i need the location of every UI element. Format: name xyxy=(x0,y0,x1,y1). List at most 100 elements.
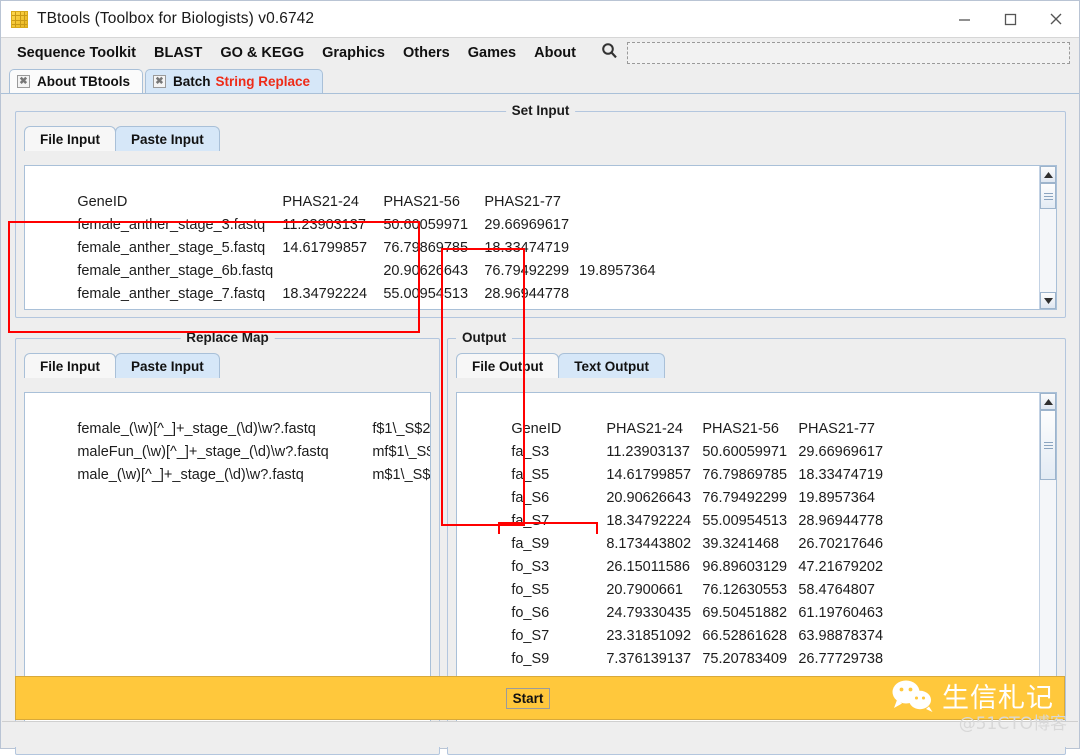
cell: PHAS21-24 xyxy=(606,421,683,437)
cell: female_anther_stage_6b.fastq xyxy=(77,263,274,279)
search-area xyxy=(601,42,1079,64)
scrollbar-thumb[interactable] xyxy=(1040,410,1056,480)
cell: 55.00954513 xyxy=(702,513,788,529)
tab-text-output[interactable]: Text Output xyxy=(558,353,665,378)
set-input-scrollbar[interactable] xyxy=(1039,166,1056,309)
brand-text: 生信札记 xyxy=(942,682,1054,714)
cell: 76.79492299 xyxy=(702,490,788,506)
cell: PHAS21-24 xyxy=(282,194,359,210)
minimize-button[interactable] xyxy=(941,1,987,37)
cell: fa_S7 xyxy=(511,513,550,529)
cell: 14.61799857 xyxy=(606,467,692,483)
tab-file-input[interactable]: File Input xyxy=(24,126,116,151)
cell: 76.79869785 xyxy=(383,240,469,256)
cell: 20.90626643 xyxy=(383,263,469,279)
cell: 20.90626643 xyxy=(606,490,692,506)
cell: 50.60059971 xyxy=(383,217,469,233)
tab-file-input[interactable]: File Input xyxy=(24,353,116,378)
tbtools-grid-icon xyxy=(11,10,28,28)
set-input-title: Set Input xyxy=(505,103,576,118)
cell: 47.21679202 xyxy=(798,559,884,575)
cell: 18.34792224 xyxy=(606,513,692,529)
grip-icon xyxy=(1043,192,1053,200)
table-row: GeneID PHAS21-24 PHAS21-56 PHAS21-77 xyxy=(29,168,1039,210)
cell: 76.79869785 xyxy=(702,467,788,483)
cell: 11.23903137 xyxy=(606,444,690,460)
cell: fa_S9 xyxy=(511,536,550,552)
menu-sequence-toolkit[interactable]: Sequence Toolkit xyxy=(8,43,145,63)
cell: 18.33474719 xyxy=(484,240,570,256)
tab-about-tbtools[interactable]: ✖ About TBtools xyxy=(9,69,143,93)
cell: 11.23903137 xyxy=(282,217,366,233)
cell: 28.96944778 xyxy=(798,513,884,529)
table-row-clipped xyxy=(29,306,1039,309)
cell: 23.31851092 xyxy=(606,628,692,644)
output-title: Output xyxy=(456,330,513,345)
tab-file-output[interactable]: File Output xyxy=(456,353,560,378)
scroll-up-icon[interactable] xyxy=(1040,166,1056,183)
cell: 58.4764807 xyxy=(798,582,875,598)
replace-replacement: mf$1\_S$2 xyxy=(372,444,430,460)
cell: fa_S3 xyxy=(511,444,550,460)
grip-icon xyxy=(1043,441,1053,449)
cell: 26.70217646 xyxy=(798,536,884,552)
scrollbar-thumb[interactable] xyxy=(1040,183,1056,209)
watermark-text: @51CTO博客 xyxy=(958,714,1067,734)
menu-graphics[interactable]: Graphics xyxy=(313,43,394,63)
tab-paste-input[interactable]: Paste Input xyxy=(115,353,220,378)
scrollbar-track[interactable] xyxy=(1040,183,1056,292)
tab-label-accent: String Replace xyxy=(215,74,311,89)
tab-paste-input[interactable]: Paste Input xyxy=(115,126,220,151)
set-input-group: Set Input File Input Paste Input GeneID P… xyxy=(15,103,1066,318)
cell: 76.12630553 xyxy=(702,582,788,598)
scroll-up-icon[interactable] xyxy=(1040,393,1056,410)
wechat-icon xyxy=(891,679,935,718)
list-item: female_(\w)[^_]+_stage_(\d)\w?.fastq f$1\… xyxy=(29,395,430,437)
cell: 61.19760463 xyxy=(798,605,884,621)
window-tab-strip: ✖ About TBtools ✖ Batch String Replace xyxy=(1,68,1079,94)
cell: PHAS21-56 xyxy=(702,421,779,437)
start-button[interactable]: Start xyxy=(505,687,551,709)
search-input[interactable] xyxy=(626,42,1070,64)
menu-about[interactable]: About xyxy=(525,43,585,63)
cell: fo_S9 xyxy=(511,651,550,667)
cell: fo_S7 xyxy=(511,628,550,644)
cell: fo_S5 xyxy=(511,582,550,598)
replace-pattern: male_(\w)[^_]+_stage_(\d)\w?.fastq xyxy=(77,467,304,483)
cell: fo_S3 xyxy=(511,559,550,575)
scroll-down-icon[interactable] xyxy=(1040,292,1056,309)
cell: 24.79330435 xyxy=(606,605,692,621)
set-input-textarea[interactable]: GeneID PHAS21-24 PHAS21-56 PHAS21-77 female… xyxy=(25,166,1039,309)
tab-label: About TBtools xyxy=(37,74,130,89)
replace-replacement: m$1\_S$2 xyxy=(372,467,430,483)
replace-pattern: female_(\w)[^_]+_stage_(\d)\w?.fastq xyxy=(77,421,316,437)
status-bar xyxy=(2,721,1078,747)
set-input-tabs: File Input Paste Input xyxy=(16,126,1065,151)
cell: 28.96944778 xyxy=(484,286,570,302)
tab-batch-string-replace[interactable]: ✖ Batch String Replace xyxy=(144,69,324,93)
close-icon[interactable]: ✖ xyxy=(17,75,30,88)
title-bar: TBtools (Toolbox for Biologists) v0.6742 xyxy=(1,1,1079,38)
maximize-button[interactable] xyxy=(987,1,1033,37)
close-icon[interactable]: ✖ xyxy=(152,75,166,88)
replace-map-title: Replace Map xyxy=(180,330,275,345)
cell: 14.61799857 xyxy=(282,240,368,256)
cell: 18.33474719 xyxy=(798,467,884,483)
cell: fa_S5 xyxy=(511,467,550,483)
cell: 8.173443802 xyxy=(606,536,692,552)
content-area: Set Input File Input Paste Input GeneID P… xyxy=(1,94,1079,755)
search-icon[interactable] xyxy=(601,42,618,64)
menu-blast[interactable]: BLAST xyxy=(145,43,211,63)
window-title: TBtools (Toolbox for Biologists) v0.6742 xyxy=(37,10,315,27)
replace-pattern: maleFun_(\w)[^_]+_stage_(\d)\w?.fastq xyxy=(77,444,329,460)
cell: 18.34792224 xyxy=(282,286,368,302)
menu-others[interactable]: Others xyxy=(394,43,459,63)
cell: 63.98878374 xyxy=(798,628,884,644)
cell: 39.3241468 xyxy=(702,536,779,552)
menu-games[interactable]: Games xyxy=(459,43,525,63)
menu-go-kegg[interactable]: GO & KEGG xyxy=(211,43,313,63)
close-button[interactable] xyxy=(1033,1,1079,37)
cell: fo_S6 xyxy=(511,605,550,621)
cell: PHAS21-77 xyxy=(484,194,561,210)
cell: 75.20783409 xyxy=(702,651,788,667)
